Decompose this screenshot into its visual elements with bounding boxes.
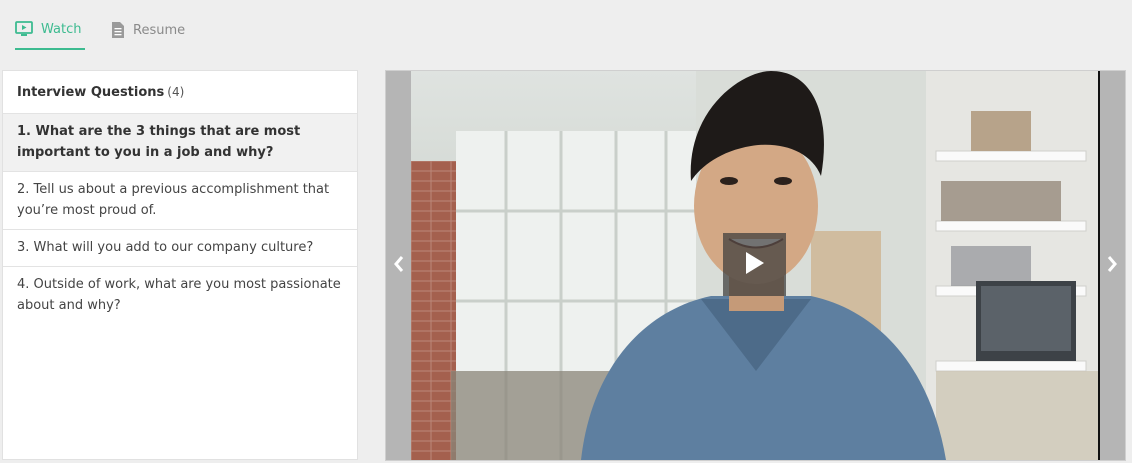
tab-watch[interactable]: Watch bbox=[15, 10, 86, 50]
video-player[interactable] bbox=[411, 71, 1100, 460]
question-item-4[interactable]: 4. Outside of work, what are you most pa… bbox=[3, 267, 357, 324]
document-icon bbox=[111, 21, 125, 39]
tab-resume[interactable]: Resume bbox=[111, 10, 185, 50]
previous-video-button[interactable] bbox=[386, 71, 412, 460]
tab-resume-label: Resume bbox=[133, 22, 186, 38]
play-icon bbox=[744, 251, 766, 279]
questions-header: Interview Questions (4) bbox=[3, 71, 357, 114]
questions-title: Interview Questions bbox=[17, 84, 165, 100]
play-button[interactable] bbox=[723, 233, 786, 296]
monitor-icon bbox=[15, 21, 33, 37]
video-carousel bbox=[385, 70, 1126, 461]
interview-questions-panel: Interview Questions (4) 1. What are the … bbox=[2, 70, 358, 460]
tab-watch-label: Watch bbox=[41, 21, 82, 37]
next-video-button[interactable] bbox=[1099, 71, 1125, 460]
chevron-left-icon bbox=[393, 255, 405, 277]
questions-count: (4) bbox=[167, 85, 185, 99]
question-item-2[interactable]: 2. Tell us about a previous accomplishme… bbox=[3, 172, 357, 230]
question-item-3[interactable]: 3. What will you add to our company cult… bbox=[3, 230, 357, 267]
tab-bar: Watch Resume bbox=[0, 0, 1132, 52]
question-item-1[interactable]: 1. What are the 3 things that are most i… bbox=[3, 114, 357, 172]
chevron-right-icon bbox=[1106, 255, 1118, 277]
